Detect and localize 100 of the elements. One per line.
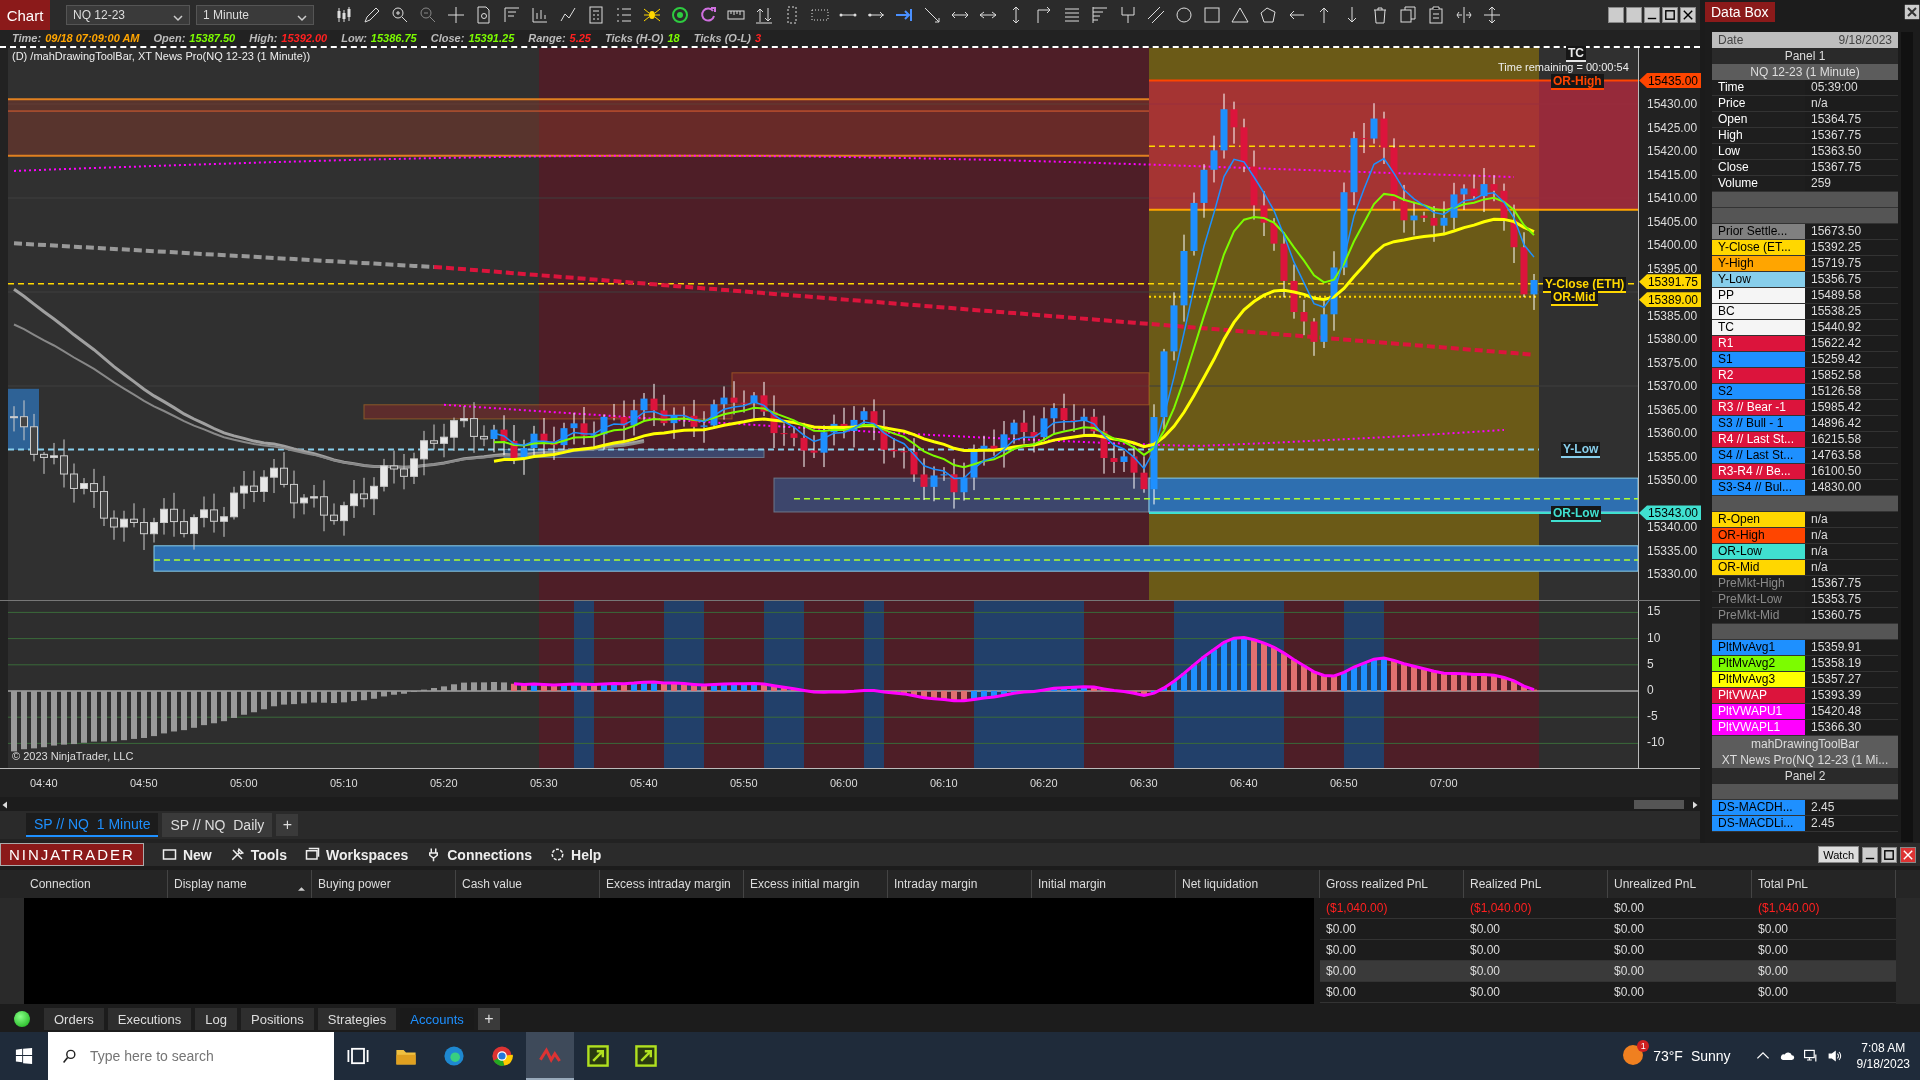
split-icon[interactable] [1454, 5, 1474, 25]
column-header[interactable]: Realized PnL [1464, 870, 1608, 898]
refresh-icon[interactable] [698, 5, 718, 25]
tab[interactable]: Log [195, 1008, 238, 1030]
data-value: 15359.91 [1810, 640, 1862, 655]
data-value: n/a [1810, 544, 1828, 559]
watch-button[interactable]: Watch [1818, 846, 1859, 863]
close-icon[interactable] [1900, 846, 1916, 863]
time-tick: 04:40 [30, 777, 58, 789]
menu-item[interactable]: Workspaces [305, 846, 409, 863]
table-cell-text: $0.00 [1325, 963, 1358, 980]
weather-icon[interactable] [1623, 1045, 1644, 1065]
record-icon[interactable] [670, 5, 690, 25]
maximize-icon[interactable] [1662, 7, 1678, 23]
tab[interactable]: Executions [107, 1008, 192, 1030]
data-label: R3 // Bear -1 [1712, 400, 1805, 415]
crosshair-icon[interactable] [446, 5, 466, 25]
search-field[interactable]: Type here to search [48, 1032, 334, 1080]
column-header[interactable]: Unrealized PnL [1608, 870, 1752, 898]
up-down-arrows-icon[interactable] [754, 5, 774, 25]
data-value: 2.45 [1810, 800, 1835, 815]
data-value: 15440.92 [1810, 320, 1862, 335]
price-marker: 15435.00 [1639, 73, 1701, 88]
data-value: 15126.58 [1810, 384, 1862, 399]
move-icon[interactable] [1482, 5, 1502, 25]
data-label: PltMvAvg1 [1712, 640, 1805, 655]
triangle-icon[interactable] [1230, 5, 1250, 25]
price-tick: 15430.00 [1647, 97, 1698, 111]
info-label: Close: [430, 32, 465, 44]
tab[interactable]: Orders [44, 1008, 104, 1030]
zoom-out-icon[interactable] [418, 5, 438, 25]
menu-item[interactable]: Help [550, 846, 602, 863]
scroll-left-icon[interactable] [0, 799, 10, 809]
volume-icon[interactable] [1826, 1048, 1843, 1064]
bracket-icon[interactable] [502, 5, 522, 25]
scrollbar[interactable] [1896, 898, 1920, 1004]
close-icon[interactable] [1680, 7, 1696, 23]
scrollbar[interactable] [1901, 32, 1913, 842]
time-tick: 05:30 [530, 777, 558, 789]
interval-dropdown[interactable]: 1 Minute [196, 5, 314, 25]
clipboard-icon[interactable] [1426, 5, 1446, 25]
info-value: 09/18 07:09:00 AM [45, 32, 140, 44]
add-tab-button[interactable]: + [477, 1008, 500, 1030]
horizontal-lines-icon[interactable] [1062, 5, 1082, 25]
time-tick: 06:10 [930, 777, 958, 789]
column-header[interactable]: Gross realized PnL [1320, 870, 1464, 898]
table-cell-text: $0.00 [1325, 921, 1358, 938]
calculator-icon[interactable] [586, 5, 606, 25]
line-label: OR-High [1551, 73, 1604, 90]
data-value: n/a [1810, 512, 1828, 527]
data-label: S1 [1712, 352, 1805, 367]
scroll-right-icon[interactable] [1690, 799, 1700, 809]
ninjatrader-app-icon[interactable] [526, 1032, 574, 1080]
data-label: Y-High [1712, 256, 1805, 271]
pencil-icon[interactable] [362, 5, 382, 25]
column-header[interactable]: Total PnL [1752, 870, 1896, 898]
chart-tab[interactable]: SP // NQ Daily [162, 813, 273, 837]
price-marker: 15391.75 [1639, 274, 1701, 290]
tab[interactable]: Strategies [317, 1008, 397, 1030]
maximize-icon[interactable] [1881, 846, 1897, 863]
polygon-icon[interactable] [1258, 5, 1278, 25]
line-label: TC [1566, 46, 1586, 62]
price-tick: 15410.00 [1647, 191, 1698, 205]
chart-tab[interactable]: SP // NQ 1 Minute [26, 813, 159, 837]
bar-chart-icon[interactable] [530, 5, 550, 25]
square-icon[interactable] [1202, 5, 1222, 25]
data-value: 15420.48 [1810, 704, 1862, 719]
instrument-dropdown[interactable]: NQ 12-23 [66, 5, 190, 25]
copy-icon[interactable] [1398, 5, 1418, 25]
pitchfork-icon[interactable] [1118, 5, 1138, 25]
minimize-icon[interactable] [1862, 846, 1878, 863]
add-tab-button[interactable]: + [276, 814, 299, 836]
diagonal-line-icon[interactable] [922, 5, 942, 25]
list-icon[interactable] [614, 5, 634, 25]
chart-title: (D) /mahDrawingToolBar, XT News Pro(NQ 12-23 (1 Minute)) [12, 50, 311, 62]
menu-item[interactable]: New [161, 846, 212, 863]
menu-item[interactable]: Tools [229, 846, 287, 863]
tab[interactable]: Positions [241, 1008, 314, 1030]
data-value: n/a [1810, 528, 1828, 543]
circle-icon[interactable] [1174, 5, 1194, 25]
data-label: PltVWAPL1 [1712, 720, 1805, 735]
parallel-lines-icon[interactable] [1146, 5, 1166, 25]
time-remaining: Time remaining = 00:00:54 [1498, 61, 1629, 73]
copyright: © 2023 NinjaTrader, LLC [12, 750, 134, 762]
info-label: Range: [528, 32, 566, 44]
data-value: 15360.75 [1810, 608, 1862, 623]
data-label: PP [1712, 288, 1805, 303]
data-label: BC [1712, 304, 1805, 319]
minimize-icon[interactable] [1644, 7, 1660, 23]
scrollbar-thumb[interactable] [1634, 799, 1684, 809]
menu-item[interactable]: Connections [426, 846, 532, 863]
network-icon[interactable] [1802, 1048, 1819, 1064]
price-tick: 15355.00 [1647, 449, 1698, 464]
fibonacci-icon[interactable] [1090, 5, 1110, 25]
chart-button[interactable]: Chart [0, 0, 50, 30]
info-value: 15387.50 [189, 32, 236, 44]
zoom-in-icon[interactable] [390, 5, 410, 25]
close-icon[interactable] [1904, 4, 1920, 20]
data-label: R-Open [1712, 512, 1805, 527]
indicator-tick: 15 [1647, 604, 1661, 619]
